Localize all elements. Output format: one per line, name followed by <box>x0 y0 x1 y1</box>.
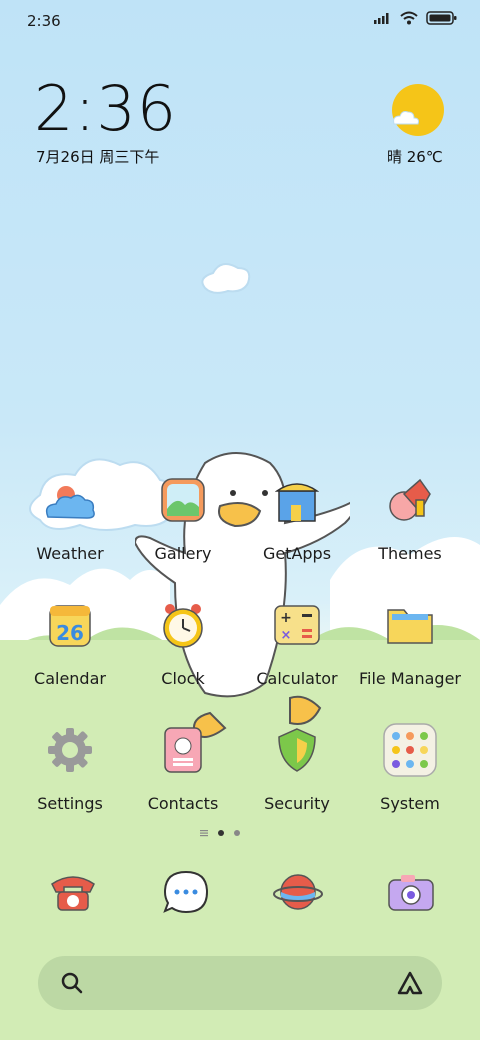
clock-widget-time[interactable]: 2:36 <box>34 72 177 145</box>
clock-icon <box>163 604 203 648</box>
status-bar: 2:36 <box>0 0 480 42</box>
app-calendar[interactable]: 26 Calendar <box>15 595 125 688</box>
camera-icon <box>388 875 434 911</box>
contacts-icon <box>164 727 202 773</box>
battery-icon <box>426 11 457 25</box>
page-indicator[interactable] <box>200 829 240 837</box>
assistant-icon[interactable] <box>396 970 424 996</box>
svg-text:×: × <box>281 628 292 643</box>
app-clock[interactable]: Clock <box>128 595 238 688</box>
status-time: 2:36 <box>27 12 61 30</box>
signal-icon <box>374 13 389 24</box>
app-themes[interactable]: Themes <box>355 470 465 563</box>
app-label: System <box>380 794 440 813</box>
app-security[interactable]: Security <box>242 720 352 813</box>
app-label: Clock <box>161 669 205 688</box>
wifi-icon <box>400 11 418 25</box>
app-settings[interactable]: Settings <box>15 720 125 813</box>
dock-phone[interactable] <box>43 862 103 922</box>
app-label: Settings <box>37 794 103 813</box>
gallery-icon <box>161 478 205 522</box>
app-weather[interactable]: Weather <box>15 470 125 563</box>
search-bar[interactable] <box>38 956 442 1010</box>
app-getapps[interactable]: GetApps <box>242 470 352 563</box>
dock-messages[interactable] <box>156 862 216 922</box>
svg-text:+: + <box>280 610 292 626</box>
app-gallery[interactable]: Gallery <box>128 470 238 563</box>
phone-icon <box>51 876 95 911</box>
app-label: Calculator <box>256 669 338 688</box>
getapps-icon <box>275 483 319 522</box>
app-calculator[interactable]: + × Calculator <box>242 595 352 688</box>
app-contacts[interactable]: Contacts <box>128 720 238 813</box>
security-icon <box>278 728 316 772</box>
calculator-icon: + × <box>274 605 320 645</box>
calendar-date-badge: 26 <box>56 621 84 645</box>
app-label: File Manager <box>359 669 461 688</box>
app-label: Contacts <box>147 794 219 813</box>
app-label: GetApps <box>262 544 332 563</box>
app-system-folder[interactable]: System <box>355 720 465 813</box>
sun-icon[interactable] <box>390 84 446 138</box>
settings-icon <box>48 728 92 772</box>
app-file-manager[interactable]: File Manager <box>355 595 465 688</box>
app-label: Gallery <box>154 544 212 563</box>
app-label: Calendar <box>34 669 106 688</box>
weather-condition: 晴 26℃ <box>387 148 443 166</box>
dock-browser[interactable] <box>268 862 328 922</box>
weather-icon <box>45 486 95 519</box>
dock-camera[interactable] <box>381 862 441 922</box>
file-manager-icon <box>387 609 433 644</box>
app-label: Security <box>264 794 330 813</box>
calendar-icon: 26 <box>49 605 91 647</box>
themes-icon <box>389 478 431 521</box>
app-label: Themes <box>378 544 442 563</box>
system-folder-icon <box>383 723 437 777</box>
page-dot <box>234 830 240 836</box>
app-label: Weather <box>36 544 104 563</box>
browser-icon <box>273 874 323 910</box>
menu-lines-icon <box>200 830 208 837</box>
search-icon <box>61 972 83 994</box>
clock-widget-date: 7月26日 周三下午 <box>36 148 160 166</box>
messages-icon <box>163 870 209 914</box>
page-dot-active <box>218 830 224 836</box>
